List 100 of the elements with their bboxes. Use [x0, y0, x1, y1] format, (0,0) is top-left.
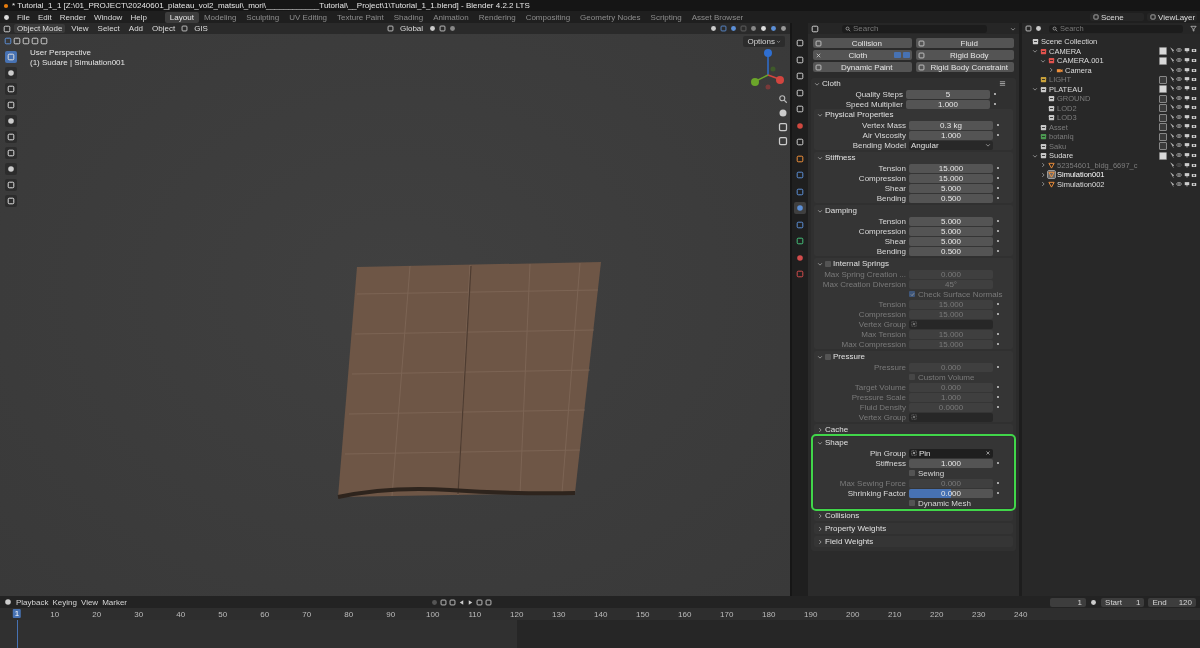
- checkbox[interactable]: [1159, 94, 1167, 103]
- tool-tab[interactable]: [794, 37, 806, 49]
- menu-item[interactable]: Window: [89, 12, 127, 22]
- checkbox[interactable]: [1159, 142, 1167, 151]
- clear-icon[interactable]: [985, 450, 991, 456]
- number-field[interactable]: 0.3 kg: [909, 120, 993, 130]
- vertex-group-field[interactable]: Pin: [909, 448, 993, 458]
- play-icon[interactable]: [467, 598, 475, 606]
- data-tab[interactable]: [794, 235, 806, 247]
- number-field[interactable]: 0.500: [909, 246, 993, 256]
- current-frame-field[interactable]: 1: [1050, 597, 1087, 607]
- physics-button[interactable]: Cloth: [813, 50, 912, 60]
- tool-button[interactable]: [5, 115, 17, 127]
- workspace-tab[interactable]: Scripting: [645, 11, 687, 23]
- workspace-tab[interactable]: Modeling: [198, 11, 242, 23]
- tool-button[interactable]: [5, 147, 17, 159]
- modifiers-tab[interactable]: [794, 169, 806, 181]
- number-field[interactable]: 5.000: [909, 236, 993, 246]
- number-field[interactable]: 1.000: [909, 130, 993, 140]
- number-field[interactable]: 0.500: [909, 193, 993, 203]
- number-field[interactable]: 5: [906, 89, 990, 99]
- physics-button[interactable]: Dynamic Paint: [813, 62, 912, 72]
- checkbox[interactable]: [1159, 75, 1167, 84]
- checkbox[interactable]: [909, 470, 915, 476]
- tool-button[interactable]: [5, 83, 17, 95]
- gis-menu[interactable]: GIS: [191, 24, 211, 33]
- checkbox[interactable]: [1159, 123, 1167, 132]
- menu-item[interactable]: Select: [94, 24, 123, 33]
- chevron-down-icon[interactable]: [1032, 152, 1038, 159]
- menu-item[interactable]: View: [80, 597, 99, 607]
- keyframe-dot-icon[interactable]: [992, 91, 998, 97]
- physics-button[interactable]: Fluid: [915, 38, 1014, 48]
- subpanel-header[interactable]: Physical Properties: [814, 109, 1013, 120]
- mode-dropdown[interactable]: Object Mode: [14, 24, 66, 33]
- menu-item[interactable]: Playback: [16, 597, 49, 607]
- checkbox[interactable]: [909, 500, 915, 506]
- number-field[interactable]: 5.000: [909, 216, 993, 226]
- keyframe-dot-icon[interactable]: [995, 228, 1001, 234]
- zoom-icon[interactable]: [778, 94, 788, 104]
- checkbox[interactable]: [1159, 132, 1167, 141]
- keyframe-dot-icon[interactable]: [995, 490, 1001, 496]
- play-reverse-icon[interactable]: [458, 598, 466, 606]
- dropdown[interactable]: Angular: [909, 140, 993, 150]
- menu-item[interactable]: View: [68, 24, 92, 33]
- tool-button[interactable]: [5, 131, 17, 143]
- number-field[interactable]: 1.000: [906, 99, 990, 109]
- orientation-dropdown[interactable]: Global: [396, 24, 427, 33]
- tool-button[interactable]: [5, 195, 17, 207]
- keyframe-dot-icon[interactable]: [995, 165, 1001, 171]
- menu-item[interactable]: Keying: [52, 597, 77, 607]
- menu-item[interactable]: Edit: [33, 12, 56, 22]
- number-field[interactable]: 15.000: [909, 163, 993, 173]
- tool-button[interactable]: [5, 179, 17, 191]
- workspace-tab[interactable]: Sculpting: [241, 11, 285, 23]
- tool-button[interactable]: [5, 51, 17, 63]
- options-dropdown[interactable]: Options: [743, 36, 785, 47]
- subpanel-header[interactable]: Stiffness: [814, 152, 1013, 163]
- chevron-right-icon[interactable]: [1048, 67, 1054, 74]
- keyframe-dot-icon[interactable]: [995, 122, 1001, 128]
- keyframe-dot-icon[interactable]: [995, 460, 1001, 466]
- subpanel-header[interactable]: Cache: [814, 424, 1013, 435]
- viewport-toggle[interactable]: [893, 52, 901, 58]
- menu-item[interactable]: Marker: [102, 597, 128, 607]
- list-icon[interactable]: [999, 80, 1006, 87]
- checkbox[interactable]: [1159, 56, 1167, 65]
- number-field[interactable]: 5.000: [909, 226, 993, 236]
- subpanel-header[interactable]: Pressure: [814, 351, 1013, 362]
- output-tab[interactable]: [794, 70, 806, 82]
- chevron-down-icon[interactable]: [1010, 25, 1016, 32]
- keyframe-dot-icon[interactable]: [995, 175, 1001, 181]
- subpanel-header[interactable]: Property Weights: [814, 523, 1013, 534]
- number-field[interactable]: 15.000: [909, 173, 993, 183]
- keyframe-dot-icon[interactable]: [995, 238, 1001, 244]
- physics-button[interactable]: Rigid Body Constraint: [915, 62, 1014, 72]
- subpanel-header[interactable]: Shape: [814, 437, 1013, 448]
- menu-item[interactable]: Object: [149, 24, 179, 33]
- number-field[interactable]: 5.000: [909, 183, 993, 193]
- workspace-tab[interactable]: Asset Browser: [686, 11, 749, 23]
- subpanel-header[interactable]: Internal Springs: [814, 258, 1013, 269]
- physics-tab[interactable]: [794, 202, 806, 214]
- slider-field[interactable]: 0.000: [909, 488, 993, 498]
- checkbox[interactable]: [1159, 104, 1167, 113]
- scene-tab[interactable]: [794, 103, 806, 115]
- workspace-tab[interactable]: Rendering: [473, 11, 521, 23]
- workspace-tab[interactable]: Texture Paint: [332, 11, 389, 23]
- physics-button[interactable]: Rigid Body: [915, 50, 1014, 60]
- search-field[interactable]: Search: [842, 24, 987, 33]
- texture-tab[interactable]: [794, 268, 806, 280]
- tool-button[interactable]: [5, 67, 17, 79]
- keyframe-dot-icon[interactable]: [995, 248, 1001, 254]
- subpanel-header[interactable]: Collisions: [814, 510, 1013, 521]
- start-frame-field[interactable]: Start 1: [1101, 597, 1145, 607]
- physics-button[interactable]: Collision: [813, 38, 912, 48]
- checkbox[interactable]: [1159, 85, 1167, 94]
- keyframe-dot-icon[interactable]: [995, 132, 1001, 138]
- workspace-tab[interactable]: UV Editing: [284, 11, 333, 23]
- checkbox[interactable]: [825, 353, 831, 360]
- tool-button[interactable]: [5, 99, 17, 111]
- collection-tab[interactable]: [794, 136, 806, 148]
- workspace-tab[interactable]: Animation: [428, 11, 474, 23]
